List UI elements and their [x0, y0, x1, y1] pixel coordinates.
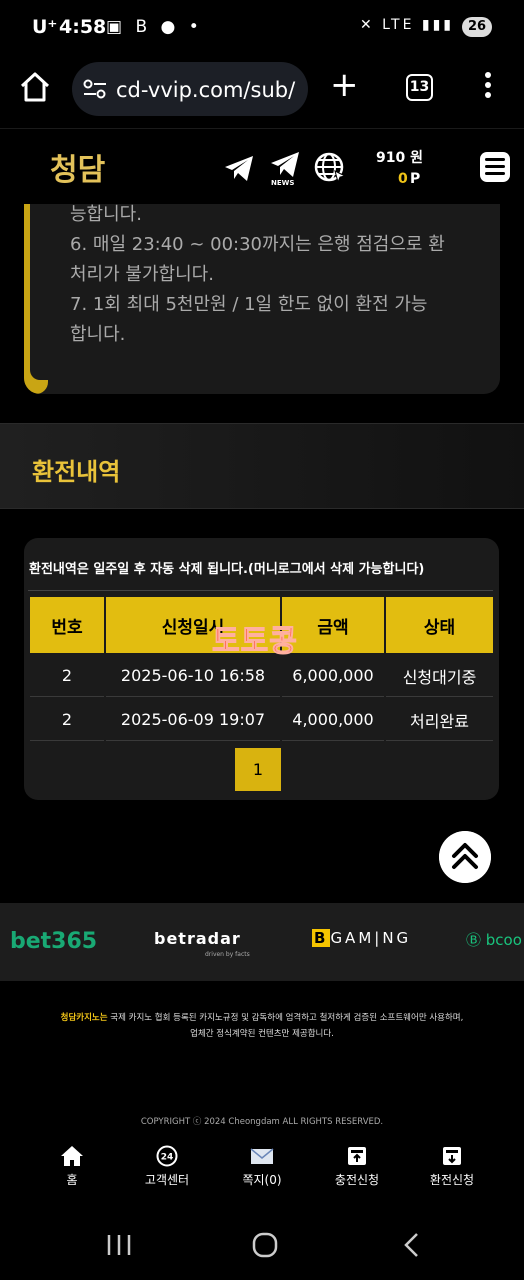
- bgaming-text: GAM|NG: [330, 929, 412, 947]
- carrier-label: U⁺: [32, 16, 58, 38]
- partner-logos: bet365 betradar driven by facts B GAM|NG …: [0, 903, 524, 981]
- copyright: COPYRIGHT ⓒ 2024 Cheongdam ALL RIGHTS RE…: [140, 1117, 384, 1127]
- notice-line: 7. 1회 최대 5천만원 / 1일 한도 없이 환전 가능: [70, 294, 428, 315]
- home-icon: [61, 1146, 83, 1166]
- notice-line: 처리가 불가합니다.: [70, 264, 214, 285]
- scroll-top-button[interactable]: [439, 831, 491, 883]
- bcoom-logo: Ⓑ bcoo: [466, 931, 522, 949]
- nav-deposit[interactable]: 충전신청: [317, 1145, 397, 1188]
- divider: [28, 590, 493, 591]
- cell-status: 처리완료: [386, 699, 493, 741]
- footer-brand: 청담카지노는: [60, 1013, 108, 1023]
- nav-label: 홈: [66, 1173, 78, 1187]
- back-icon[interactable]: [402, 1232, 420, 1258]
- notification-icons: ▣ B ● •: [106, 17, 203, 37]
- notice-card: 능합니다. 6. 매일 23:40 ~ 00:30까지는 은행 점검으로 환 처…: [24, 204, 500, 394]
- globe-icon[interactable]: [313, 151, 347, 185]
- svg-text:24: 24: [161, 1153, 174, 1163]
- betradar-tagline: driven by facts: [205, 951, 250, 958]
- cell-amount: 6,000,000: [282, 655, 384, 697]
- new-tab-button[interactable]: +: [330, 68, 359, 102]
- news-label: NEWS: [271, 179, 295, 187]
- bgaming-logo: B GAM|NG: [312, 929, 411, 947]
- telegram-news-icon[interactable]: [268, 147, 302, 181]
- browser-menu-icon[interactable]: [478, 72, 498, 102]
- betradar-logo: betradar: [154, 929, 241, 948]
- nav-label: 환전신청: [429, 1173, 475, 1187]
- footer-disclaimer: 청담카지노는 국제 카지노 협회 등록된 카지노규정 및 감독하에 엄격하고 철…: [20, 1010, 504, 1042]
- status-bar: U⁺ 4:58 ▣ B ● • ✕ LTE ▮▮▮ 26: [0, 0, 524, 56]
- cell-date: 2025-06-09 19:07: [106, 699, 280, 741]
- cell-date: 2025-06-10 16:58: [106, 655, 280, 697]
- cell-number: 2: [30, 699, 104, 741]
- pagination-page-button[interactable]: 1: [235, 748, 281, 791]
- withdraw-icon: [443, 1147, 461, 1165]
- bcoom-text: bcoo: [485, 931, 522, 949]
- nav-support[interactable]: 24 고객센터: [127, 1145, 207, 1188]
- notice-line: 능합니다.: [70, 204, 142, 225]
- hamburger-menu-icon[interactable]: [480, 152, 510, 182]
- signal-icons: ✕ LTE ▮▮▮: [359, 17, 454, 33]
- support-24-icon: 24: [156, 1145, 178, 1167]
- telegram-icon[interactable]: [222, 151, 256, 185]
- deposit-icon: [348, 1147, 366, 1165]
- section-header: 환전내역: [0, 423, 524, 509]
- site-logo[interactable]: 청담: [50, 145, 105, 189]
- site-header: 청담 NEWS 910 원 0 P: [0, 128, 524, 204]
- recent-apps-icon[interactable]: [106, 1233, 132, 1257]
- points-value: 0: [398, 171, 408, 187]
- section-title: 환전내역: [32, 458, 121, 486]
- clock: 4:58: [59, 16, 107, 38]
- money-amount: 910: [376, 150, 406, 166]
- nav-messages[interactable]: 쪽지(0): [222, 1145, 302, 1188]
- notice-line: 6. 매일 23:40 ~ 00:30까지는 은행 점검으로 환: [70, 234, 445, 255]
- nav-label: 고객센터: [144, 1173, 190, 1187]
- address-bar[interactable]: cd-vvip.com/sub/: [72, 62, 308, 116]
- footer-line2: 업체간 정식계약된 컨텐츠만 제공합니다.: [190, 1029, 334, 1039]
- footer-line1: 국제 카지노 협회 등록된 카지노규정 및 감독하에 엄격하고 철저하게 검증된…: [107, 1013, 464, 1023]
- battery-icon: 26: [462, 17, 492, 37]
- site-settings-icon[interactable]: [82, 78, 108, 100]
- nav-label: 충전신청: [334, 1173, 380, 1187]
- bet365-logo: bet365: [10, 929, 98, 954]
- table-row: 2 2025-06-09 19:07 4,000,000 처리완료: [30, 699, 493, 741]
- nav-home[interactable]: 홈: [32, 1145, 112, 1188]
- android-navigation-bar: [0, 1201, 524, 1280]
- points-unit: P: [410, 171, 421, 187]
- cell-amount: 4,000,000: [282, 699, 384, 741]
- money-balance: 910 원: [376, 147, 423, 167]
- nav-withdraw[interactable]: 환전신청: [412, 1145, 492, 1188]
- bgaming-mark: B: [312, 929, 331, 947]
- watermark-text: 토토콩: [212, 624, 298, 660]
- notice-text: 능합니다. 6. 매일 23:40 ~ 00:30까지는 은행 점검으로 환 처…: [70, 204, 490, 350]
- history-note: 환전내역은 일주일 후 자동 삭제 됩니다.(머니로그에서 삭제 가능합니다): [29, 562, 425, 577]
- column-header-status: 상태: [386, 597, 493, 653]
- notice-accent-mask: [30, 204, 48, 380]
- cell-status: 신청대기중: [386, 655, 493, 697]
- mail-icon: [250, 1148, 274, 1164]
- url-text: cd-vvip.com/sub/: [116, 78, 296, 102]
- bottom-navigation: 홈 24 고객센터 쪽지(0) 충전신청 환전신청: [0, 1131, 524, 1201]
- money-unit: 원: [410, 150, 423, 166]
- notice-line: 합니다.: [70, 324, 126, 345]
- table-row: 2 2025-06-10 16:58 6,000,000 신청대기중: [30, 655, 493, 697]
- network-label: LTE: [382, 17, 415, 33]
- browser-home-icon[interactable]: [18, 70, 52, 104]
- nav-label: 쪽지(0): [242, 1173, 282, 1187]
- android-home-icon[interactable]: [252, 1232, 278, 1258]
- browser-toolbar: cd-vvip.com/sub/ + 13: [0, 56, 524, 128]
- tab-switcher-button[interactable]: 13: [406, 74, 433, 101]
- column-header-number: 번호: [30, 597, 104, 653]
- cell-number: 2: [30, 655, 104, 697]
